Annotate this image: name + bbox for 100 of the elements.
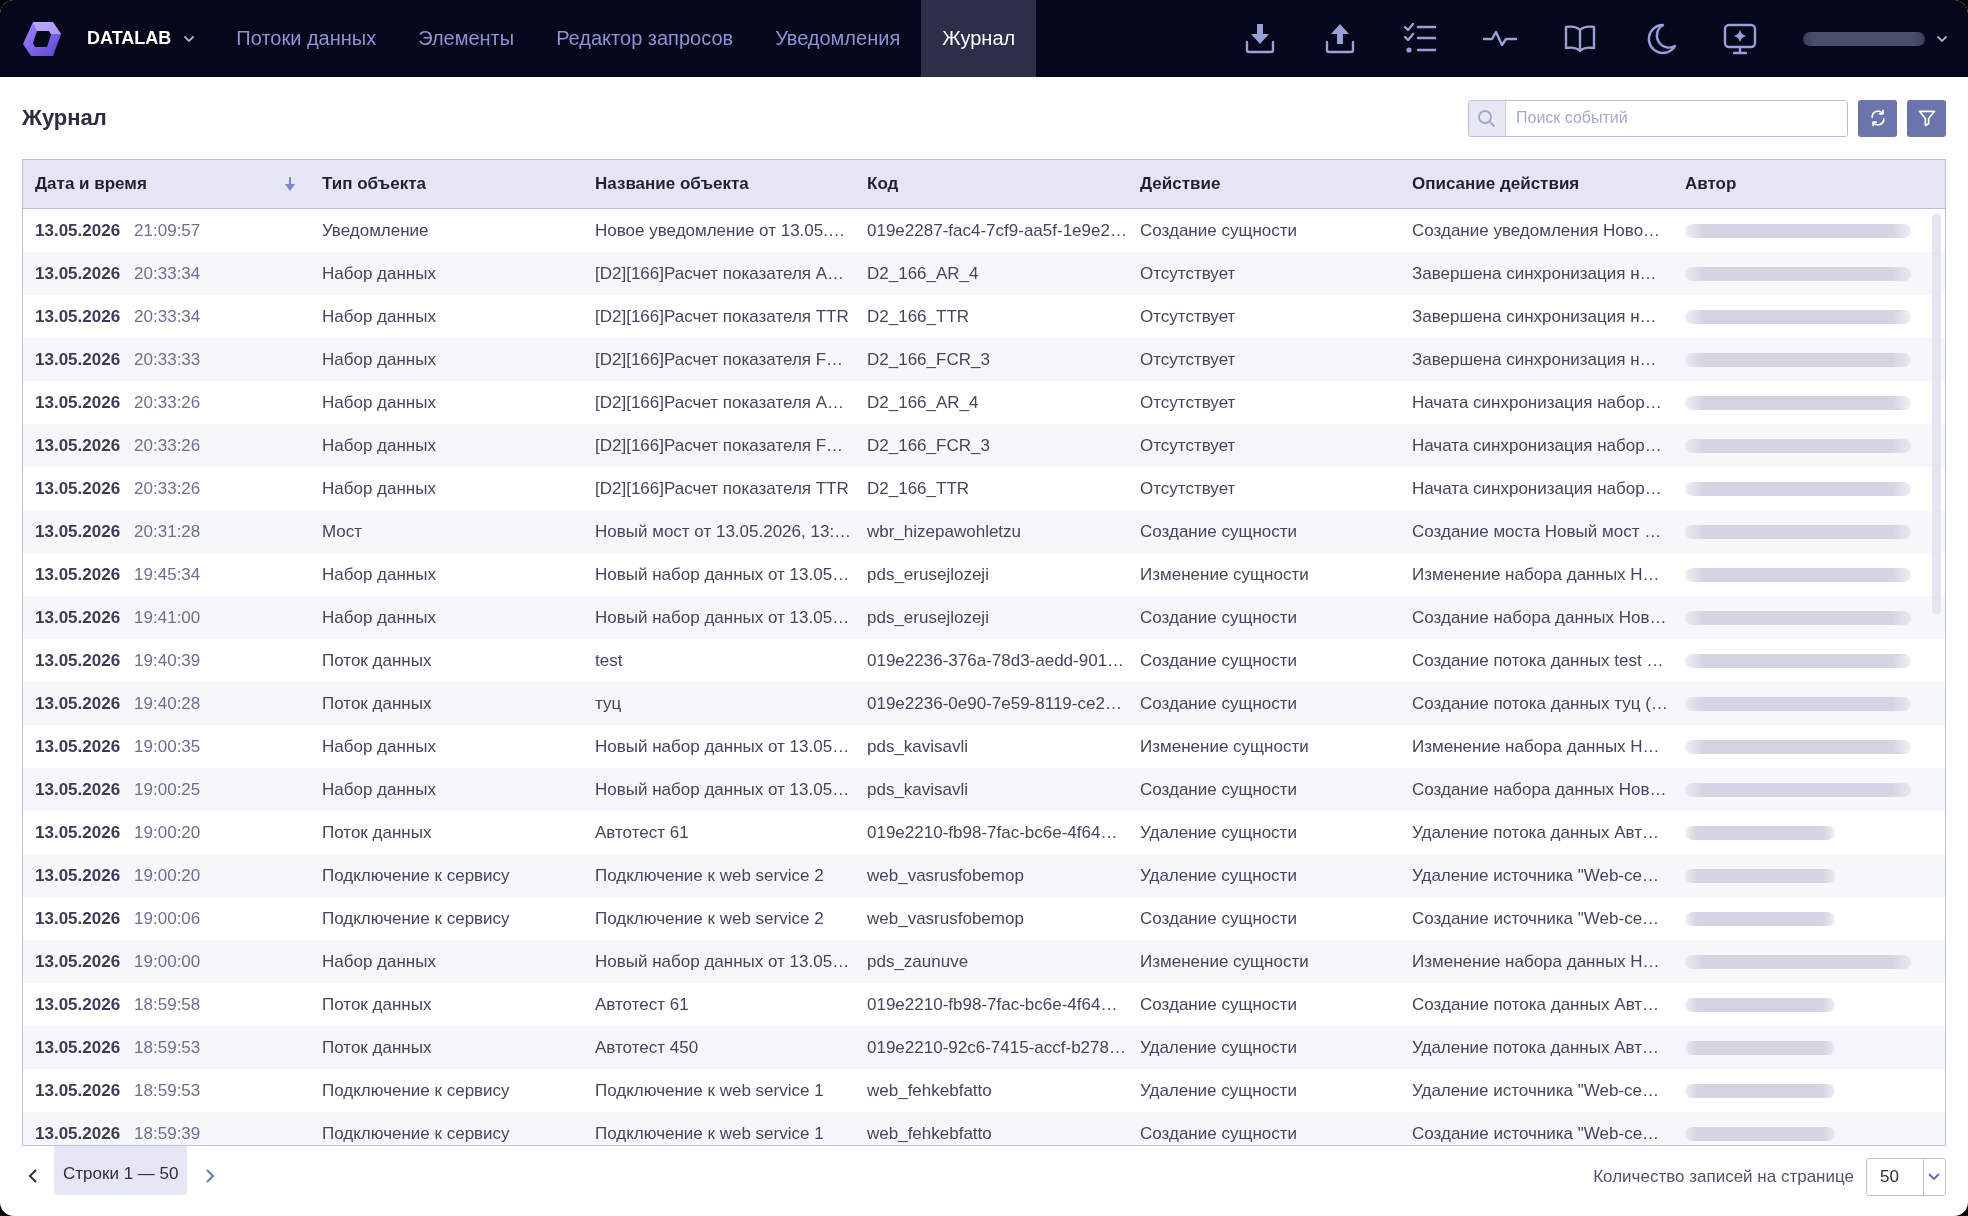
event-date: 13.05.2026 [35,435,121,456]
object-type: Поток данных [322,822,432,843]
object-name: [D2][166]Расчет показателя A… [595,263,845,284]
column-header[interactable]: Дата и время [35,174,147,194]
page-size-select[interactable]: 50 [1866,1158,1946,1196]
object-name: [D2][166]Расчет показателя F… [595,435,844,456]
column-header[interactable]: Тип объекта [322,174,426,194]
object-code: 019e2287-fac4-7cf9-aa5f-1e9e2… [867,220,1127,241]
object-code: 019e2210-fb98-7fac-bc6e-4f64… [867,822,1118,843]
object-code: 019e2210-92c6-7415-accf-b278… [867,1037,1126,1058]
chevron-left-icon[interactable] [28,1168,38,1184]
event-time: 20:33:26 [134,435,201,456]
object-code: pds_kavisavli [867,779,969,800]
event-time: 20:33:34 [134,306,201,327]
event-date: 13.05.2026 [35,1037,121,1058]
brand-menu-button[interactable]: DATALAB [87,0,196,77]
object-name: Подключение к web service 2 [595,865,824,886]
sort-down-arrow-icon[interactable] [284,176,296,192]
column-header[interactable]: Описание действия [1412,174,1580,194]
action-name: Создание сущности [1140,220,1297,241]
action-description: Создание набора данных Нов… [1412,607,1667,628]
action-name: Создание сущности [1140,521,1297,542]
object-code: web_vasrusfobemop [867,908,1024,929]
action-description: Создание потока данных test … [1412,650,1664,671]
action-description: Создание моста Новый мост … [1412,521,1662,542]
object-name: Новый набор данных от 13.05… [595,564,850,585]
object-type: Поток данных [322,650,432,671]
object-type: Набор данных [322,736,436,757]
event-date: 13.05.2026 [35,1123,121,1144]
column-header[interactable]: Название объекта [595,174,749,194]
chevron-down-icon[interactable] [1936,34,1948,43]
object-code: D2_166_AR_4 [867,263,979,284]
action-description: Удаление источника "Web-се… [1412,865,1659,886]
object-type: Набор данных [322,349,436,370]
object-type: Подключение к сервису [322,1080,510,1101]
filter-button[interactable] [1907,99,1946,137]
scrollbar-thumb[interactable] [1932,214,1941,614]
event-time: 19:00:25 [134,779,201,800]
object-code: pds_erusejlozeji [867,564,989,585]
action-name: Удаление сущности [1140,822,1297,843]
refresh-button[interactable] [1858,99,1897,137]
object-code: D2_166_AR_4 [867,392,979,413]
event-date: 13.05.2026 [35,607,121,628]
action-name: Удаление сущности [1140,1080,1297,1101]
search-icon [1469,100,1506,136]
action-description: Создание потока данных туц (… [1412,693,1668,714]
object-type: Подключение к сервису [322,865,510,886]
object-name: Новый набор данных от 13.05… [595,736,850,757]
nav-tab[interactable]: Уведомления [754,0,922,77]
event-time: 18:59:53 [134,1037,201,1058]
nav-tab[interactable]: Потоки данных [215,0,398,77]
column-header[interactable]: Действие [1140,174,1221,194]
nav-tab[interactable]: Элементы [397,0,536,77]
action-description: Завершена синхронизация н… [1412,263,1657,284]
object-name: Автотест 61 [595,822,689,843]
action-name: Отсутствует [1140,263,1236,284]
event-date: 13.05.2026 [35,306,121,327]
event-time: 19:45:34 [134,564,201,585]
object-type: Набор данных [322,435,436,456]
chevron-right-icon[interactable] [205,1168,216,1184]
object-type: Набор данных [322,478,436,499]
event-time: 21:09:57 [134,220,201,241]
nav-tab[interactable]: Журнал [921,0,1037,77]
object-code: pds_kavisavli [867,736,969,757]
event-date: 13.05.2026 [35,521,121,542]
nav-tab[interactable]: Редактор запросов [535,0,755,77]
event-date: 13.05.2026 [35,908,121,929]
search-field[interactable]: Поиск событий [1468,99,1848,137]
object-code: D2_166_TTR [867,478,970,499]
action-description: Начата синхронизация набор… [1412,435,1662,456]
object-name: Новый мост от 13.05.2026, 13:… [595,521,852,542]
object-code: pds_erusejlozeji [867,607,989,628]
object-type: Подключение к сервису [322,908,510,929]
event-date: 13.05.2026 [35,736,121,757]
action-name: Отсутствует [1140,435,1236,456]
event-date: 13.05.2026 [35,822,121,843]
object-type: Поток данных [322,1037,432,1058]
object-type: Уведомление [322,220,429,241]
column-header[interactable]: Код [867,174,899,194]
object-name: Подключение к web service 1 [595,1080,824,1101]
object-name: [D2][166]Расчет показателя TTR [595,306,849,327]
event-time: 18:59:39 [134,1123,201,1144]
column-header[interactable]: Автор [1685,174,1737,194]
action-description: Изменение набора данных Н… [1412,951,1660,972]
event-time: 19:40:39 [134,650,201,671]
event-date: 13.05.2026 [35,1080,121,1101]
event-date: 13.05.2026 [35,392,121,413]
object-type: Набор данных [322,263,436,284]
page-size-label: Количество записей на странице [1593,1167,1854,1187]
event-date: 13.05.2026 [35,220,121,241]
object-code: web_fehkebfatto [867,1080,992,1101]
object-name: Подключение к web service 1 [595,1123,824,1144]
object-name: test [595,650,623,671]
event-date: 13.05.2026 [35,865,121,886]
object-name: [D2][166]Расчет показателя A… [595,392,845,413]
object-type: Поток данных [322,693,432,714]
object-type: Набор данных [322,392,436,413]
action-description: Создание источника "Web-се… [1412,908,1660,929]
object-name: Автотест 61 [595,994,689,1015]
event-date: 13.05.2026 [35,994,121,1015]
